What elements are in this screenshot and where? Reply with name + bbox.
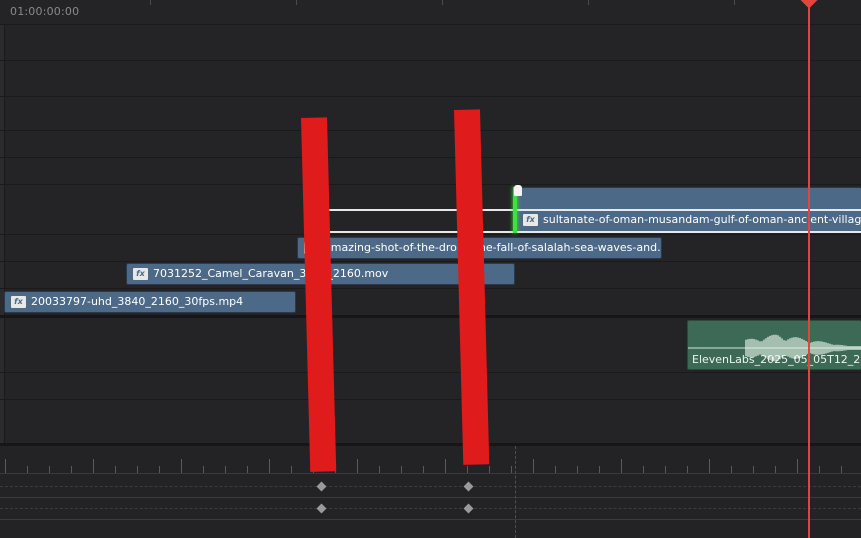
track-divider [0, 96, 861, 97]
audio-clip-elevenlabs[interactable]: ElevenLabs_2025_05_05T12_21_2 [687, 320, 861, 370]
keyframe-ruler-tick [555, 466, 556, 473]
keyframe-ruler-tick [577, 466, 578, 473]
track-divider [0, 261, 861, 262]
track-divider [0, 288, 861, 289]
keyframe-icon[interactable] [316, 481, 327, 492]
keyframe-ruler-tick [621, 459, 622, 473]
track-divider [0, 234, 861, 235]
keyframe-track [0, 508, 861, 509]
track-divider [0, 157, 861, 158]
keyframe-ruler-tick [511, 466, 512, 473]
clip-selection-outline [325, 209, 861, 233]
audio-clip-label: ElevenLabs_2025_05_05T12_21_2 [692, 353, 861, 366]
keyframe-ruler-tick [819, 466, 820, 473]
keyframe-ruler-tick [709, 459, 710, 473]
keyframe-ruler-tick [797, 459, 798, 473]
keyframe-track-divider [0, 519, 861, 520]
timecode-ruler[interactable]: 01:00:00:00 [0, 0, 861, 24]
keyframe-ruler-tick [687, 466, 688, 473]
edit-point-guide [515, 446, 516, 538]
keyframe-ruler-tick [71, 466, 72, 473]
playhead-line[interactable] [808, 0, 810, 538]
clip-label: 20033797-uhd_3840_2160_30fps.mp4 [31, 295, 244, 308]
keyframe-ruler-tick [115, 466, 116, 473]
keyframe-ruler-tick [203, 466, 204, 473]
keyframe-icon[interactable] [463, 503, 474, 514]
keyframe-ruler-tick [489, 466, 490, 473]
ruler-tick [588, 0, 589, 5]
ruler-tick [442, 0, 443, 5]
fx-icon: fx [133, 268, 148, 280]
ruler-tick [734, 0, 735, 5]
keyframe-editor[interactable] [0, 446, 861, 538]
video-audio-divider [0, 315, 861, 318]
track-divider [0, 24, 861, 25]
track-divider [0, 372, 861, 373]
track-divider [0, 60, 861, 61]
clip-label: amazing-shot-of-the-drone-the-fall-of-sa… [324, 241, 662, 254]
timecode-readout: 01:00:00:00 [10, 5, 80, 18]
keyframe-track-divider [0, 497, 861, 498]
timeline-panel[interactable]: 01:00:00:00 fx sultanate-of-oman-musandam… [0, 0, 861, 538]
keyframe-ruler-tick [225, 466, 226, 473]
keyframe-icon[interactable] [316, 503, 327, 514]
keyframe-track [0, 486, 861, 487]
keyframe-ruler-tick [379, 466, 380, 473]
keyframe-ruler-tick [467, 466, 468, 473]
keyframe-ruler-tick [643, 466, 644, 473]
keyframe-ruler-tick [291, 466, 292, 473]
track-divider [0, 399, 861, 400]
keyframe-ruler-tick [137, 466, 138, 473]
ruler-tick [150, 0, 151, 5]
clip-label: 7031252_Camel_Caravan_3840_2160.mov [153, 267, 389, 280]
track-gutter [0, 0, 5, 445]
edit-handle-icon[interactable] [514, 185, 522, 196]
video-clip-uhd[interactable]: fx 20033797-uhd_3840_2160_30fps.mp4 [4, 291, 296, 313]
keyframe-ruler-tick [775, 466, 776, 473]
ruler-tick [296, 0, 297, 5]
keyframe-icon[interactable] [463, 481, 474, 492]
keyframe-ruler[interactable] [0, 446, 861, 474]
keyframe-ruler-tick [731, 466, 732, 473]
annotation-mark [454, 109, 490, 465]
keyframe-ruler-tick [445, 459, 446, 473]
keyframe-ruler-tick [841, 466, 842, 473]
keyframe-ruler-tick [753, 466, 754, 473]
keyframe-ruler-tick [423, 466, 424, 473]
fx-icon: fx [11, 296, 26, 308]
keyframe-ruler-tick [533, 459, 534, 473]
keyframe-ruler-tick [599, 466, 600, 473]
keyframe-ruler-tick [247, 466, 248, 473]
track-divider [0, 184, 861, 185]
keyframe-ruler-tick [93, 459, 94, 473]
keyframe-ruler-tick [357, 459, 358, 473]
keyframe-ruler-tick [181, 459, 182, 473]
keyframe-ruler-tick [269, 459, 270, 473]
annotation-mark [301, 117, 337, 472]
keyframe-ruler-tick [665, 466, 666, 473]
track-divider [0, 130, 861, 131]
keyframe-ruler-tick [49, 466, 50, 473]
keyframe-ruler-tick [27, 466, 28, 473]
keyframe-ruler-tick [159, 466, 160, 473]
keyframe-ruler-tick [401, 466, 402, 473]
keyframe-ruler-tick [5, 459, 6, 473]
